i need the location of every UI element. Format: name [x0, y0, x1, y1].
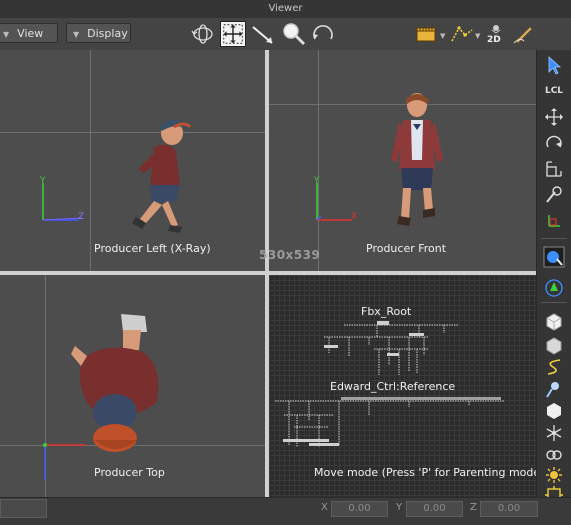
- viewport-producer-front[interactable]: Y X Producer Front: [269, 50, 536, 271]
- y-coord-field[interactable]: 0.00: [406, 501, 463, 517]
- skeleton-icon[interactable]: [543, 422, 565, 444]
- viewport-producer-left[interactable]: Y Z Producer Left (X-Ray): [0, 50, 265, 271]
- constraint-icon[interactable]: [543, 444, 565, 466]
- pen-icon[interactable]: [510, 21, 536, 47]
- view-menu-label: View: [17, 27, 44, 40]
- z-axis-label: Z: [78, 212, 85, 222]
- undo-view-icon[interactable]: [310, 21, 336, 47]
- viewport-producer-top[interactable]: Producer Top: [0, 275, 265, 497]
- y-coord-label: Y: [396, 502, 403, 513]
- character-figure-icon: [132, 119, 192, 233]
- chevron-down-icon: ▼: [3, 30, 10, 39]
- window-title: Viewer: [268, 3, 303, 14]
- translate-icon[interactable]: [543, 106, 565, 128]
- camera-view-icon[interactable]: [543, 246, 565, 268]
- y-axis-label: Y: [40, 176, 46, 186]
- z-coord-field[interactable]: 0.00: [480, 501, 538, 517]
- sun-icon[interactable]: [543, 464, 565, 486]
- rotate-icon[interactable]: [543, 132, 565, 154]
- pivot-icon[interactable]: [543, 210, 565, 232]
- viewport-schematic[interactable]: Fbx_Root Edward_Ctrl:Reference Move mode…: [269, 275, 536, 497]
- display-menu-button[interactable]: ▼ Display: [66, 23, 131, 43]
- y-axis-label: Y: [314, 176, 320, 186]
- view-menu-button[interactable]: ▼ View: [0, 23, 58, 43]
- status-bar: X 0.00 Y 0.00 Z 0.00: [0, 497, 571, 525]
- 2d-view-icon[interactable]: 2D: [483, 21, 509, 47]
- cube-solid-icon[interactable]: [543, 310, 565, 332]
- x-coord-field[interactable]: 0.00: [331, 501, 388, 517]
- viewport-label: Producer Top: [94, 466, 165, 479]
- command-input[interactable]: [0, 499, 47, 518]
- viewer-toolbar: ▼ View ▼ Display ▼ ▼ 2D: [0, 18, 571, 51]
- chevron-down-icon: ▼: [73, 30, 80, 39]
- orbit-icon[interactable]: [190, 21, 216, 47]
- viewport-splitter-horizontal[interactable]: [0, 271, 536, 275]
- axis-gizmo-icon: [43, 443, 86, 480]
- chevron-down-icon[interactable]: ▼: [440, 32, 445, 40]
- scale-icon[interactable]: [543, 158, 565, 180]
- character-controls-icon[interactable]: [543, 276, 565, 298]
- cube-icon[interactable]: [543, 334, 565, 356]
- select-arrow-icon[interactable]: [543, 54, 565, 76]
- move-mode-hint: Move mode (Press 'P' for Parenting mode): [314, 466, 536, 479]
- zoom-icon[interactable]: [280, 21, 306, 47]
- title-bar: Viewer: [0, 0, 571, 19]
- toolbar-separator: [541, 238, 567, 239]
- viewport-label: Producer Left (X-Ray): [94, 242, 211, 255]
- chevron-down-icon[interactable]: ▼: [475, 32, 480, 40]
- schematic-reference-label: Edward_Ctrl:Reference: [330, 380, 456, 393]
- display-menu-label: Display: [87, 27, 128, 40]
- right-toolbar: LCL: [536, 50, 571, 504]
- frame-display-icon[interactable]: [414, 21, 440, 47]
- light-icon[interactable]: [543, 378, 565, 400]
- local-space-button[interactable]: LCL: [543, 80, 565, 102]
- pan-view-icon[interactable]: [220, 21, 246, 47]
- manipulator-icon[interactable]: [543, 184, 565, 206]
- grid-line: [318, 50, 319, 271]
- line-tool-icon[interactable]: [250, 21, 276, 47]
- z-coord-label: Z: [470, 502, 477, 513]
- hexagon-icon[interactable]: [543, 400, 565, 422]
- curve-icon[interactable]: [543, 356, 565, 378]
- toolbar-separator: [541, 302, 567, 303]
- 2d-badge: 2D: [487, 35, 501, 45]
- character-figure-icon: [391, 93, 443, 226]
- viewport-label: Producer Front: [366, 242, 447, 255]
- path-display-icon[interactable]: [449, 21, 475, 47]
- grid-line: [90, 50, 91, 271]
- resolution-label: 530x539: [259, 248, 321, 262]
- x-axis-label: X: [351, 212, 358, 222]
- x-coord-label: X: [321, 502, 328, 513]
